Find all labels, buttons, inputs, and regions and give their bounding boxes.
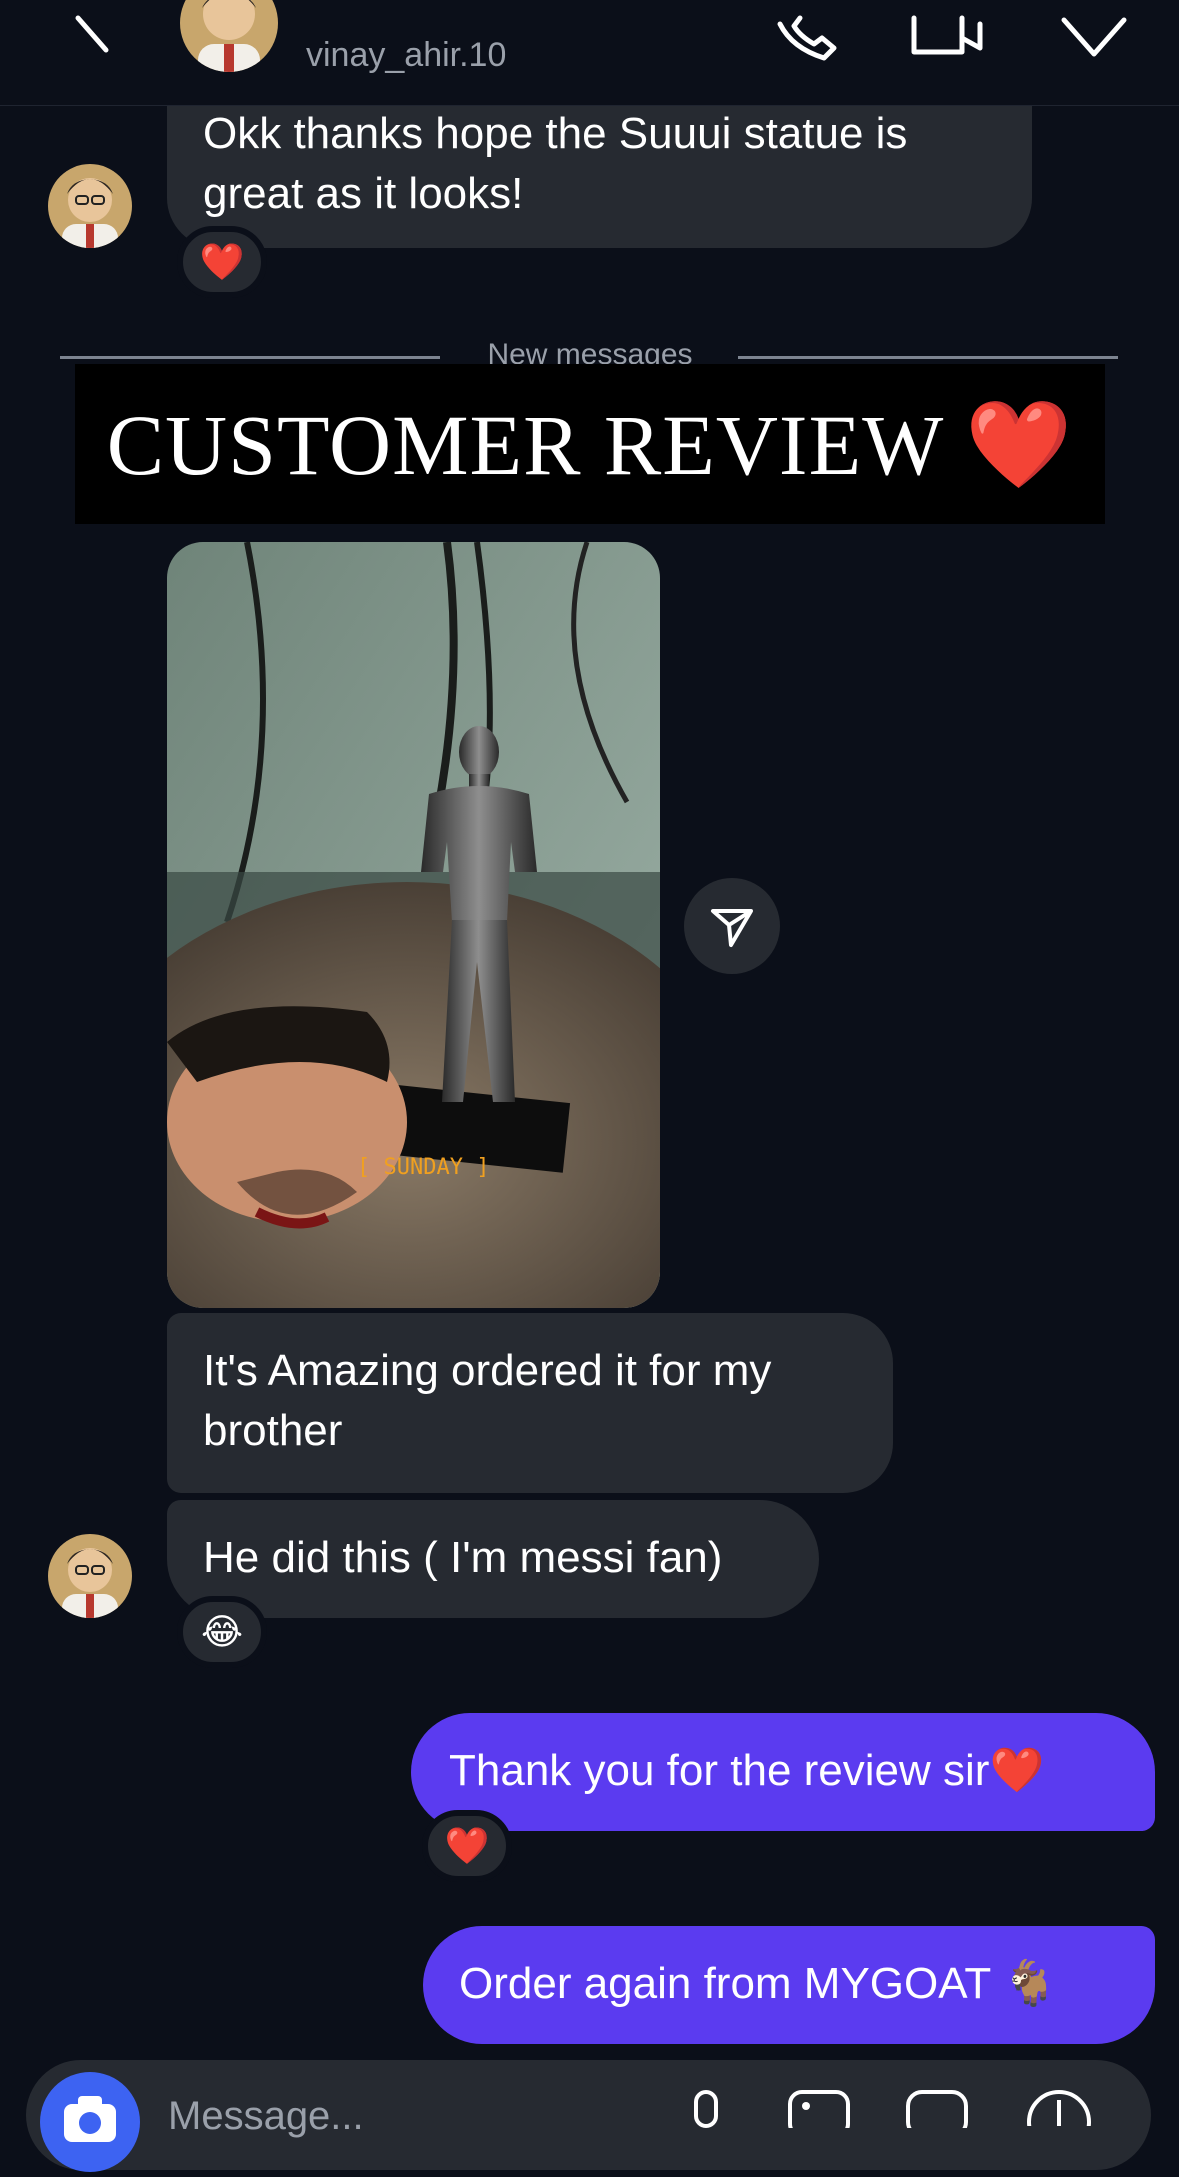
- message-bubble-incoming[interactable]: He did this ( I'm messi fan): [167, 1500, 819, 1618]
- paper-plane-icon: [711, 909, 753, 947]
- message-bubble-incoming[interactable]: Okk thanks hope the Suuui statue is grea…: [167, 100, 1032, 248]
- message-bubble-outgoing[interactable]: Order again from MYGOAT 🐐: [423, 1926, 1155, 2044]
- chevron-down-icon[interactable]: [1060, 14, 1128, 60]
- sticker-icon[interactable]: [904, 2088, 970, 2128]
- sender-avatar[interactable]: [48, 1534, 132, 1618]
- banner-title: CUSTOMER REVIEW ❤️: [106, 396, 1074, 493]
- message-text: It's Amazing ordered it for my: [203, 1346, 772, 1395]
- reaction-heart[interactable]: ❤️: [177, 226, 267, 298]
- customer-review-banner: CUSTOMER REVIEW ❤️: [75, 364, 1105, 524]
- phone-icon[interactable]: [774, 14, 838, 64]
- photo-date-label: [ SUNDAY ]: [357, 1155, 489, 1180]
- message-bubble-incoming[interactable]: It's Amazing ordered it for my brother: [167, 1313, 893, 1493]
- message-bubble-outgoing[interactable]: Thank you for the review sir❤️: [411, 1713, 1155, 1831]
- add-icon[interactable]: [1024, 2086, 1094, 2126]
- share-button[interactable]: [684, 878, 780, 974]
- camera-button[interactable]: [40, 2072, 140, 2172]
- header-username[interactable]: vinay_ahir.10: [306, 36, 506, 75]
- message-text: He did this ( I'm messi fan): [203, 1533, 723, 1582]
- back-icon[interactable]: [72, 14, 112, 54]
- reaction-laugh[interactable]: 😂: [177, 1596, 267, 1668]
- header-avatar[interactable]: [180, 0, 278, 72]
- microphone-icon[interactable]: [686, 2088, 726, 2128]
- camera-icon: [64, 2096, 116, 2142]
- chat-header: vinay_ahir.10: [0, 0, 1179, 106]
- message-text: Order again from MYGOAT 🐐: [459, 1959, 1058, 2008]
- sender-avatar[interactable]: [48, 164, 132, 248]
- message-text: Okk thanks hope the Suuui statue is: [203, 109, 908, 158]
- message-input[interactable]: Message...: [168, 2094, 364, 2139]
- reaction-heart[interactable]: ❤️: [422, 1810, 512, 1882]
- photo-message[interactable]: [ SUNDAY ]: [167, 542, 660, 1308]
- message-text: great as it looks!: [203, 169, 524, 218]
- message-text: brother: [203, 1406, 343, 1455]
- divider-line: [60, 356, 440, 359]
- divider-line: [738, 356, 1118, 359]
- gallery-icon[interactable]: [786, 2088, 852, 2128]
- message-text: Thank you for the review sir❤️: [449, 1746, 1045, 1795]
- video-icon[interactable]: [910, 14, 984, 58]
